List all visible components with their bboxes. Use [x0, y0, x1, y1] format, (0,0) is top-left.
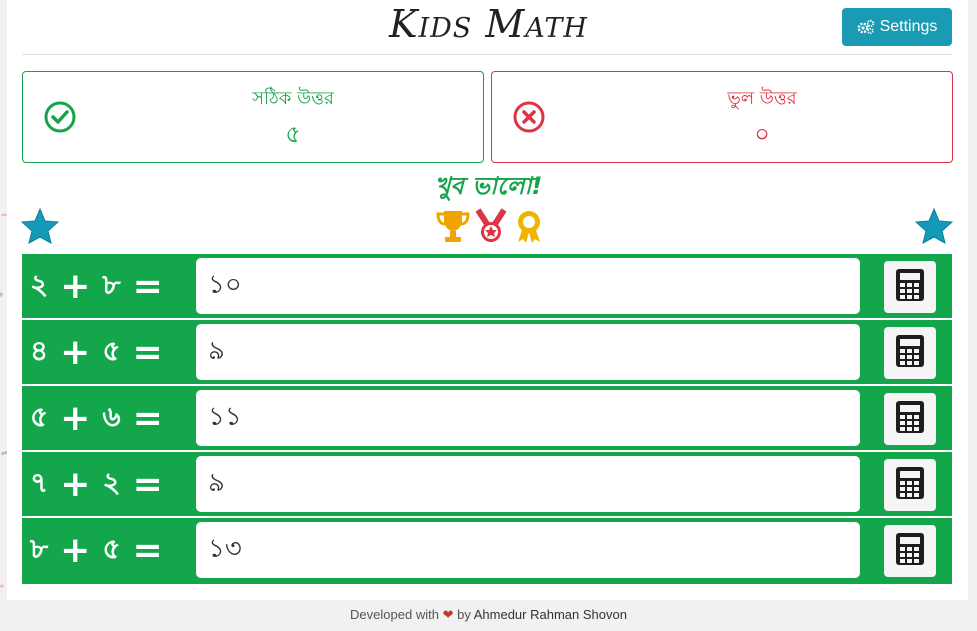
operator-plus: +	[60, 463, 91, 505]
check-answer-button[interactable]	[884, 393, 936, 445]
problem-row: ২ + ৮ = ১০	[22, 254, 952, 320]
answer-input[interactable]: ১৩	[196, 522, 860, 578]
problem-row: ৪ + ৫ = ৯	[22, 320, 952, 386]
author-name: Ahmedur Rahman Shovon	[473, 607, 627, 622]
correct-label: সঠিক উত্তর	[252, 88, 334, 109]
equals-sign: =	[132, 265, 163, 307]
operand-b: ২	[102, 465, 121, 499]
answer-input[interactable]: ১০	[196, 258, 860, 314]
gears-icon	[857, 19, 874, 35]
wrong-count: ০	[754, 120, 770, 148]
operand-a: ৫	[30, 399, 49, 433]
settings-label: Settings	[879, 18, 938, 35]
equals-sign: =	[132, 331, 163, 373]
equation: ৭ + ২ =	[30, 460, 190, 508]
operand-b: ৫	[102, 333, 121, 367]
wrong-label: ভুল উত্তর	[727, 88, 797, 109]
wrong-score-panel: ভুল উত্তর ০	[491, 71, 953, 163]
operand-a: ৭	[30, 465, 49, 499]
praise-message: খুব ভালো!	[434, 172, 543, 200]
operator-plus: +	[60, 397, 91, 439]
trophy-icon	[436, 208, 470, 244]
header-divider	[22, 54, 952, 55]
calculator-icon	[895, 466, 925, 504]
correct-score-panel: সঠিক উত্তর ৫	[22, 71, 484, 163]
equation: ৪ + ৫ =	[30, 328, 190, 376]
check-answer-button[interactable]	[884, 525, 936, 577]
problem-row: ৫ + ৬ = ১১	[22, 386, 952, 452]
check-answer-button[interactable]	[884, 261, 936, 313]
operand-a: ৪	[30, 333, 49, 367]
page-title: Kids Math	[389, 2, 588, 46]
operand-a: ২	[30, 267, 49, 301]
operator-plus: +	[60, 265, 91, 307]
correct-count: ৫	[285, 120, 301, 148]
operand-a: ৮	[30, 531, 49, 565]
calculator-icon	[895, 400, 925, 438]
calculator-icon	[895, 532, 925, 570]
problem-row: ৮ + ৫ = ১৩	[22, 518, 952, 582]
equation: ৮ + ৫ =	[30, 526, 190, 574]
footer-prefix: Developed with	[350, 607, 439, 622]
operand-b: ৬	[102, 399, 121, 433]
footer-by: by	[457, 607, 471, 622]
calculator-icon	[895, 334, 925, 372]
equation: ৫ + ৬ =	[30, 394, 190, 442]
calculator-icon	[895, 268, 925, 306]
equals-sign: =	[132, 463, 163, 505]
star-icon	[915, 207, 953, 244]
check-answer-button[interactable]	[884, 327, 936, 379]
problem-row: ৭ + ২ = ৯	[22, 452, 952, 518]
problem-list: ২ + ৮ = ১০ ৪ + ৫ = ৯ ৫ + ৬ = ১১ ৭ + ২ = …	[22, 254, 952, 584]
answer-input[interactable]: ৯	[196, 456, 860, 512]
operand-b: ৮	[102, 267, 121, 301]
answer-input[interactable]: ৯	[196, 324, 860, 380]
answer-input[interactable]: ১১	[196, 390, 860, 446]
heart-icon: ❤	[442, 607, 454, 622]
medal-icon	[474, 208, 508, 244]
operator-plus: +	[60, 529, 91, 571]
star-icon	[21, 207, 59, 244]
award-ribbon-icon	[512, 208, 546, 244]
equals-sign: =	[132, 397, 163, 439]
settings-button[interactable]: Settings	[842, 8, 952, 46]
footer: Developed with ❤ by Ahmedur Rahman Shovo…	[0, 607, 977, 623]
equals-sign: =	[132, 529, 163, 571]
awards	[436, 208, 540, 246]
equation: ২ + ৮ =	[30, 262, 190, 310]
check-answer-button[interactable]	[884, 459, 936, 511]
operand-b: ৫	[102, 531, 121, 565]
operator-plus: +	[60, 331, 91, 373]
